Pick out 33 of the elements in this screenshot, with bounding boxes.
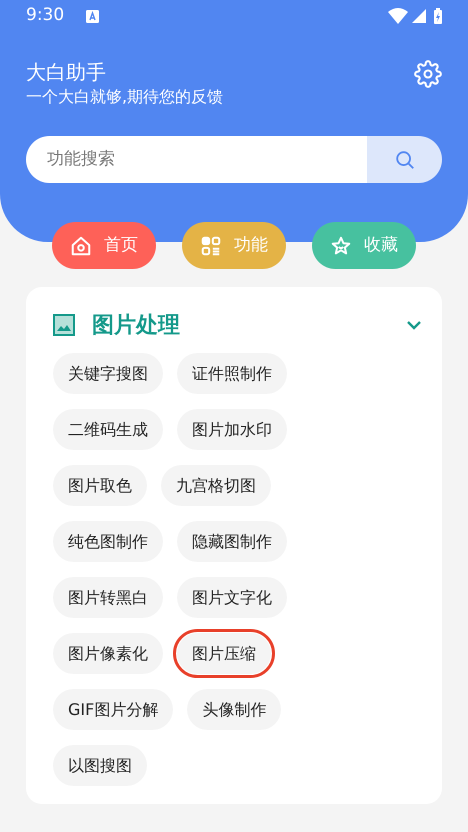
tool-chip[interactable]: 头像制作 bbox=[187, 689, 282, 730]
search-field[interactable]: 功能搜索 bbox=[26, 136, 367, 183]
section-header[interactable]: 图片处理 bbox=[53, 309, 422, 341]
grid-icon bbox=[200, 234, 222, 256]
image-icon bbox=[53, 314, 75, 336]
status-time: 9:30 bbox=[26, 4, 64, 28]
home-icon bbox=[70, 234, 92, 256]
tool-chip[interactable]: 图片像素化 bbox=[53, 633, 163, 674]
search-button[interactable] bbox=[367, 136, 442, 183]
tool-chip[interactable]: GIF图片分解 bbox=[53, 689, 174, 730]
tool-chip[interactable]: 图片转黑白 bbox=[53, 577, 163, 618]
tool-chip[interactable]: 图片取色 bbox=[53, 465, 147, 506]
settings-button[interactable] bbox=[414, 60, 442, 88]
settings-icon bbox=[414, 60, 442, 88]
notification-icon bbox=[86, 10, 100, 22]
tool-chip[interactable]: 纯色图制作 bbox=[53, 521, 163, 562]
tool-chip[interactable]: 图片压缩 bbox=[177, 633, 271, 674]
wifi-icon bbox=[388, 8, 408, 24]
tool-chip[interactable]: 证件照制作 bbox=[177, 353, 287, 394]
tool-chip[interactable]: 以图搜图 bbox=[53, 745, 147, 786]
star-icon bbox=[330, 234, 352, 256]
app-subtitle: 一个大白就够,期待您的反馈 bbox=[26, 86, 224, 108]
app-title: 大白助手 bbox=[26, 59, 107, 86]
tool-chip[interactable]: 二维码生成 bbox=[53, 409, 163, 450]
search-icon bbox=[394, 148, 416, 170]
battery-icon bbox=[434, 8, 442, 24]
signal-icon bbox=[412, 9, 426, 23]
tool-chip[interactable]: 隐藏图制作 bbox=[177, 521, 287, 562]
tool-chip[interactable]: 九宫格切图 bbox=[161, 465, 271, 506]
tool-chip[interactable]: 图片加水印 bbox=[177, 409, 287, 450]
section-title: 图片处理 bbox=[92, 312, 180, 340]
tool-chip[interactable]: 关键字搜图 bbox=[53, 353, 163, 394]
tool-chip[interactable]: 图片文字化 bbox=[177, 577, 287, 618]
